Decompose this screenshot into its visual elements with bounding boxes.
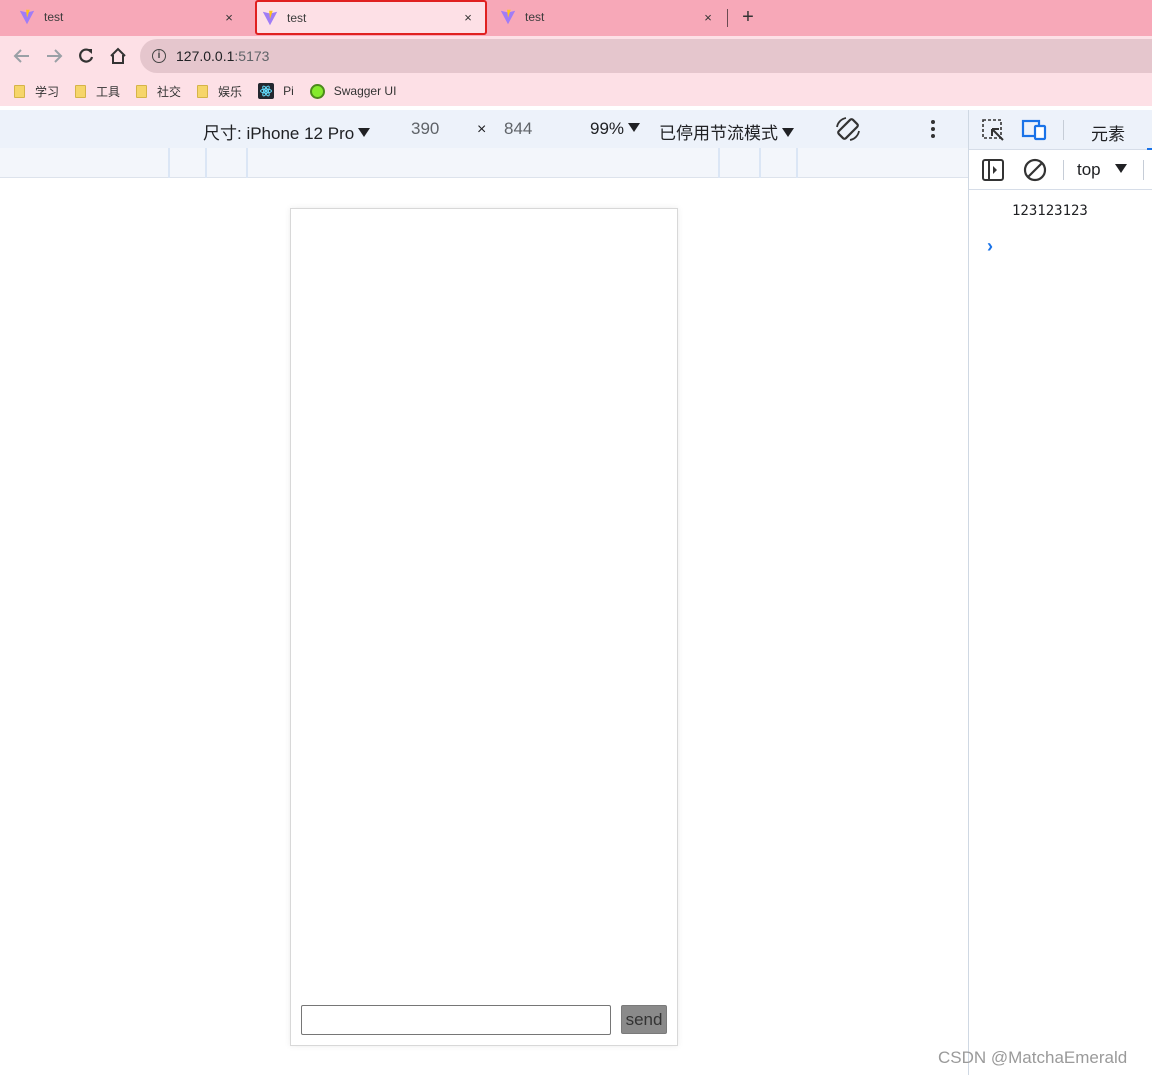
context-select[interactable]: top — [1077, 160, 1128, 180]
console-log-message: 123123123 — [1012, 203, 1088, 219]
tab-elements[interactable]: 元素 — [1091, 120, 1125, 145]
home-icon — [110, 47, 126, 64]
arrow-right-icon — [47, 49, 63, 63]
rotate-icon — [836, 117, 860, 141]
address-bar[interactable]: i 127.0.0.1:5173 — [140, 39, 1152, 73]
tab-title: test — [287, 10, 307, 25]
viewport-width-input[interactable]: 390 — [411, 119, 439, 139]
device-frame: send — [290, 208, 678, 1046]
tab-strip: test × test × test × + — [0, 0, 1152, 36]
devtools-tab-bar: 元素 — [969, 110, 1152, 150]
ruler-mark — [718, 148, 720, 178]
more-options-button[interactable] — [926, 118, 940, 145]
bookmark-pi[interactable]: Pi — [258, 83, 294, 99]
send-button[interactable]: send — [621, 1005, 667, 1034]
console-toolbar: top — [969, 150, 1152, 190]
block-icon — [1023, 158, 1047, 182]
folder-icon — [136, 84, 148, 98]
device-toggle-button[interactable] — [1021, 118, 1047, 142]
site-info-icon[interactable]: i — [152, 49, 166, 63]
ruler-mark — [205, 148, 207, 178]
bookmark-entertainment[interactable]: 娱乐 — [197, 83, 242, 100]
arrow-left-icon — [13, 49, 29, 63]
home-button[interactable] — [106, 44, 130, 68]
toolbar-divider — [1063, 160, 1064, 180]
tab-close-icon[interactable]: × — [222, 10, 236, 25]
tab-title: test — [525, 10, 545, 24]
emulated-viewport: send — [0, 179, 968, 1075]
device-toolbar: 尺寸: iPhone 12 Pro 390 × 844 99% 已停用节流模式 — [0, 110, 968, 148]
caret-down-icon — [628, 123, 641, 132]
bookmark-tools[interactable]: 工具 — [75, 83, 120, 100]
caret-down-icon — [1115, 164, 1128, 173]
reload-icon — [79, 48, 94, 63]
vite-icon — [19, 9, 35, 25]
forward-button[interactable] — [42, 44, 66, 68]
bookmark-social[interactable]: 社交 — [136, 83, 181, 100]
ruler-mark — [759, 148, 761, 178]
reload-button[interactable] — [74, 44, 98, 68]
new-tab-button[interactable]: + — [738, 6, 758, 28]
ruler-mark — [168, 148, 170, 178]
caret-down-icon — [782, 128, 794, 137]
vite-icon — [500, 9, 516, 25]
toolbar-divider — [1143, 160, 1144, 180]
url-text: 127.0.0.1:5173 — [176, 48, 270, 64]
devtools-panel: 元素 top 123123123 › — [968, 110, 1152, 1075]
tab-close-icon[interactable]: × — [701, 10, 715, 25]
back-button[interactable] — [10, 44, 34, 68]
bookmark-study[interactable]: 学习 — [14, 83, 59, 100]
sidebar-icon — [982, 159, 1004, 181]
swagger-icon — [309, 83, 325, 99]
caret-down-icon — [358, 128, 371, 137]
folder-icon — [14, 84, 25, 98]
bookmarks-bar: 学习 工具 社交 娱乐 Pi Swagger UI — [0, 76, 1152, 106]
inspect-element-button[interactable] — [981, 118, 1007, 142]
tab-1[interactable]: test × — [0, 0, 246, 34]
watermark: CSDN @MatchaEmerald — [938, 1048, 1128, 1067]
tab-3[interactable]: test × — [489, 0, 725, 34]
more-vert-icon — [931, 120, 935, 138]
device-select[interactable]: 尺寸: iPhone 12 Pro — [203, 119, 371, 144]
folder-icon — [75, 84, 87, 98]
inspect-icon — [982, 119, 1004, 141]
ruler-mark — [796, 148, 798, 178]
toolbar-divider — [1063, 120, 1064, 140]
throttle-select[interactable]: 已停用节流模式 — [659, 119, 794, 144]
console-prompt-chevron-icon[interactable]: › — [987, 236, 993, 257]
tab-divider — [727, 9, 728, 27]
tab-2-active[interactable]: test × — [255, 0, 487, 35]
ruler-mark — [246, 148, 248, 178]
times-sign: × — [477, 121, 487, 138]
zoom-select[interactable]: 99% — [590, 119, 641, 139]
folder-icon — [197, 84, 209, 98]
viewport-height-input[interactable]: 844 — [504, 119, 532, 139]
vite-icon — [262, 10, 278, 25]
rotate-button[interactable] — [834, 115, 862, 148]
media-query-ruler[interactable] — [0, 148, 968, 178]
clear-console-button[interactable] — [1023, 158, 1049, 182]
show-sidebar-button[interactable] — [981, 158, 1007, 182]
tab-close-icon[interactable]: × — [461, 10, 475, 25]
bookmark-swagger[interactable]: Swagger UI — [309, 83, 396, 99]
tab-title: test — [44, 10, 64, 24]
browser-toolbar: i 127.0.0.1:5173 — [0, 36, 1152, 76]
react-icon — [258, 83, 275, 99]
device-mode-icon — [1021, 119, 1047, 141]
message-input[interactable] — [301, 1005, 611, 1035]
